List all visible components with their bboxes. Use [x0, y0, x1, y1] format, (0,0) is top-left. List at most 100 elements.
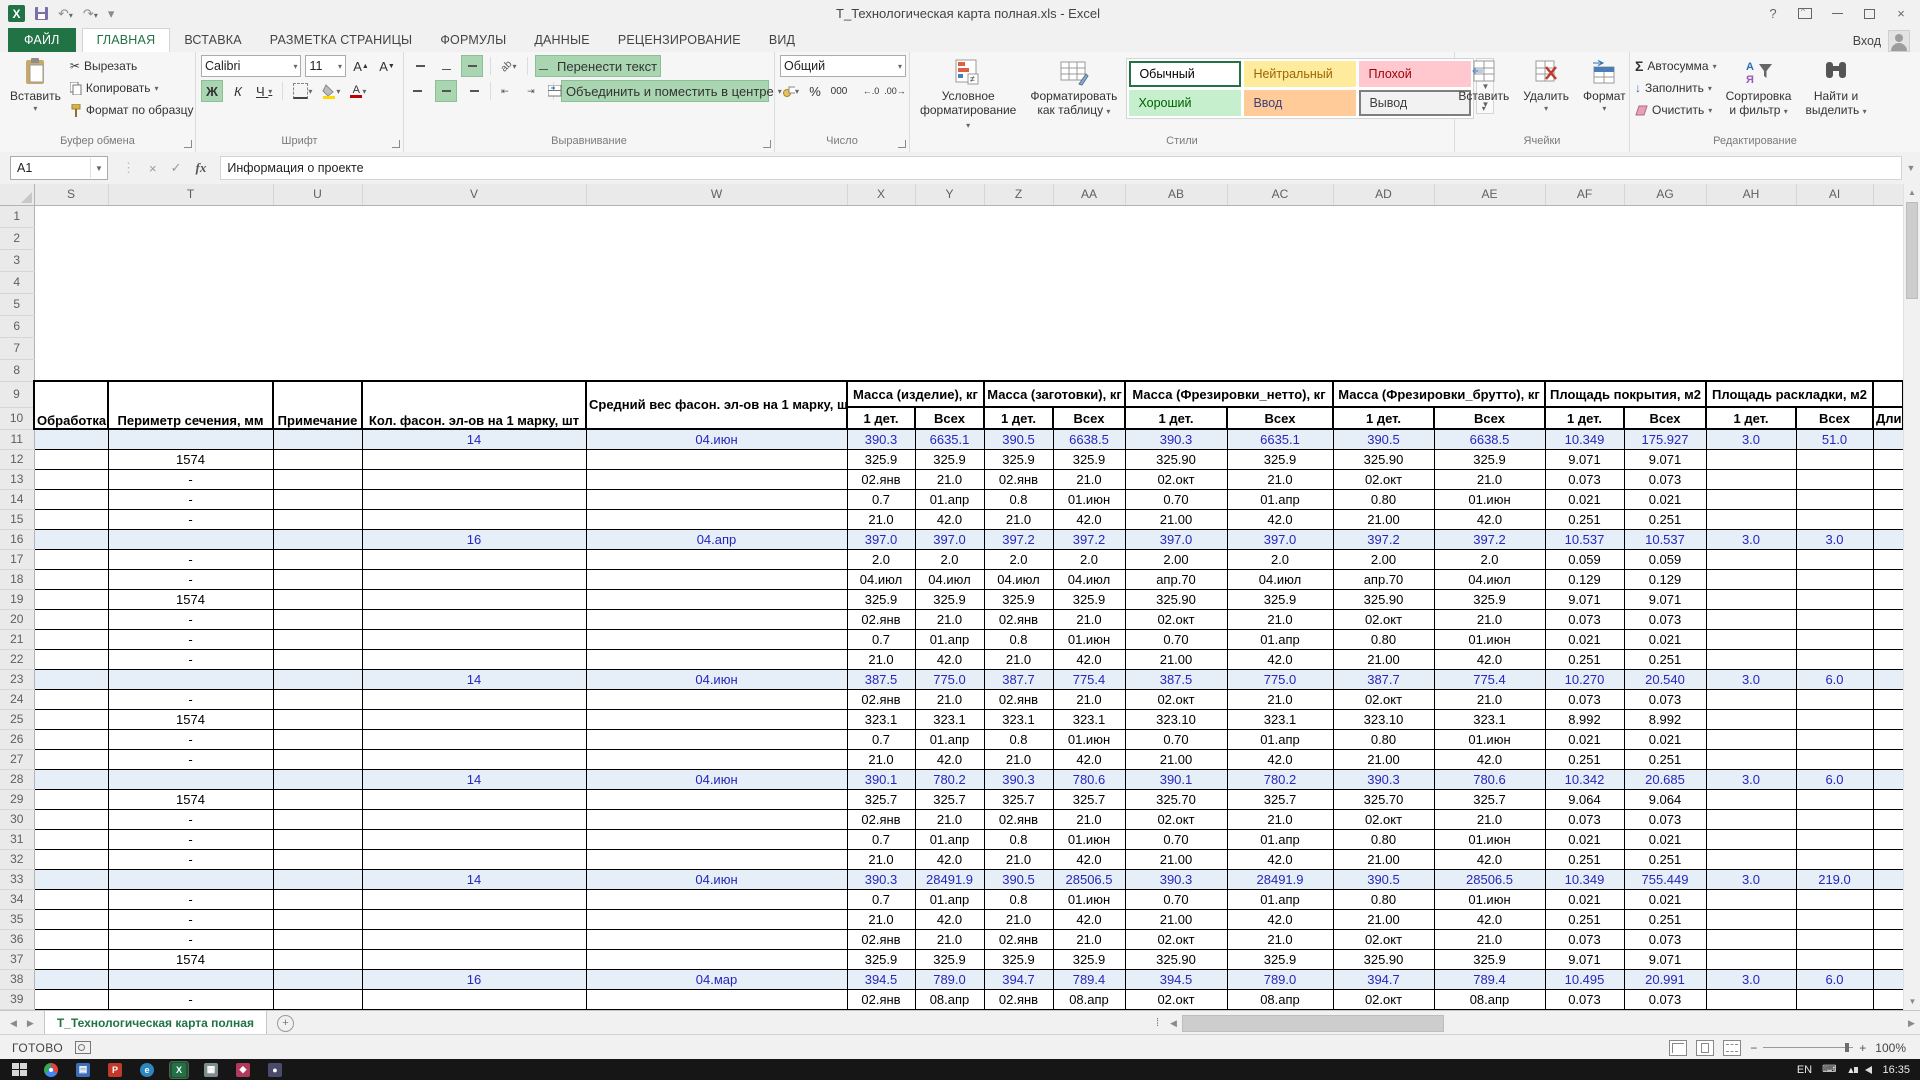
cell[interactable]: 9.064	[1545, 789, 1624, 809]
cell[interactable]: 01.июн	[1053, 629, 1125, 649]
cell[interactable]: 42.0	[1053, 849, 1125, 869]
cell[interactable]: 01.апр	[915, 629, 984, 649]
cell[interactable]: 0.021	[1545, 489, 1624, 509]
cell[interactable]	[273, 949, 362, 969]
row-header-2[interactable]: 2	[0, 227, 34, 249]
align-right-icon[interactable]	[461, 80, 483, 102]
cell[interactable]	[34, 489, 108, 509]
cell[interactable]: 325.90	[1125, 589, 1227, 609]
cell[interactable]: 0.7	[847, 629, 915, 649]
ribbon-tab-вставка[interactable]: ВСТАВКА	[170, 29, 255, 52]
decrease-font-icon[interactable]: А▼	[376, 55, 398, 77]
cell[interactable]	[1706, 709, 1796, 729]
sheet-tab-active[interactable]: Т_Технологическая карта полная	[44, 1011, 267, 1035]
cell[interactable]: 390.3	[1125, 429, 1227, 449]
language-indicator[interactable]: EN	[1797, 1064, 1812, 1076]
cell[interactable]: 397.0	[915, 529, 984, 549]
cell[interactable]: 21.0	[1434, 929, 1545, 949]
ribbon-tab-файл[interactable]: ФАЙЛ	[8, 28, 76, 52]
zoom-level[interactable]: 100%	[1875, 1041, 1906, 1055]
cell[interactable]: 0.021	[1545, 889, 1624, 909]
cell[interactable]: 0.021	[1545, 629, 1624, 649]
cell[interactable]: 390.3	[1125, 869, 1227, 889]
cell[interactable]: 20.991	[1624, 969, 1706, 989]
cell[interactable]: 02.окт	[1125, 989, 1227, 1009]
cell[interactable]: 21.0	[1053, 689, 1125, 709]
cell[interactable]: 394.7	[1333, 969, 1434, 989]
cell[interactable]: 0.7	[847, 829, 915, 849]
cell[interactable]: 3.0	[1706, 529, 1796, 549]
cell[interactable]	[1873, 449, 1903, 469]
font-dialog-launcher-icon[interactable]	[392, 140, 400, 148]
orientation-icon[interactable]: ab▾	[498, 55, 520, 77]
cell[interactable]	[34, 729, 108, 749]
cell[interactable]	[273, 609, 362, 629]
pdf-app-icon[interactable]: P	[106, 1062, 124, 1078]
cell[interactable]	[273, 589, 362, 609]
cell[interactable]	[1706, 829, 1796, 849]
cell[interactable]	[34, 227, 1903, 249]
cell[interactable]: 390.3	[847, 869, 915, 889]
cell[interactable]: 20.540	[1624, 669, 1706, 689]
cell[interactable]: 394.5	[847, 969, 915, 989]
cell[interactable]: 0.129	[1545, 569, 1624, 589]
cell[interactable]: 01.апр	[915, 729, 984, 749]
insert-function-icon[interactable]: fx	[196, 160, 207, 176]
table-subheader[interactable]: Всех	[1434, 407, 1545, 429]
cell[interactable]: 02.янв	[984, 609, 1053, 629]
close-button[interactable]: ×	[1886, 3, 1916, 25]
cell[interactable]	[362, 929, 586, 949]
cell[interactable]: 390.3	[1333, 769, 1434, 789]
row-header-30[interactable]: 30	[0, 809, 34, 829]
cell[interactable]: 02.янв	[847, 609, 915, 629]
ribbon-tab-данные[interactable]: ДАННЫЕ	[520, 29, 603, 52]
cell[interactable]: 325.7	[915, 789, 984, 809]
cell[interactable]: 394.5	[1125, 969, 1227, 989]
cell[interactable]: 02.окт	[1125, 809, 1227, 829]
cell[interactable]	[34, 509, 108, 529]
increase-indent-icon[interactable]: ⇥	[524, 80, 546, 102]
cell[interactable]: 325.90	[1125, 949, 1227, 969]
delete-cells-button[interactable]: Удалить▾	[1518, 55, 1574, 135]
cell[interactable]: 0.073	[1624, 689, 1706, 709]
cell[interactable]	[586, 569, 847, 589]
cell[interactable]	[273, 889, 362, 909]
cell[interactable]	[34, 589, 108, 609]
cell[interactable]: 323.1	[984, 709, 1053, 729]
column-header-AG[interactable]: AG	[1624, 184, 1706, 205]
cell[interactable]	[34, 649, 108, 669]
cell[interactable]: 01.июн	[1053, 729, 1125, 749]
row-header-1[interactable]: 1	[0, 205, 34, 227]
cell[interactable]: 21.0	[1053, 469, 1125, 489]
cell[interactable]: 21.0	[1053, 809, 1125, 829]
cell[interactable]: 8.992	[1545, 709, 1624, 729]
cell[interactable]	[273, 569, 362, 589]
cell[interactable]: -	[108, 909, 273, 929]
start-button[interactable]	[10, 1062, 28, 1078]
cell[interactable]: 10.349	[1545, 869, 1624, 889]
row-header-34[interactable]: 34	[0, 889, 34, 909]
clear-button[interactable]: Очистить▾	[1635, 99, 1717, 121]
table-subheader[interactable]: 1 дет.	[1545, 407, 1624, 429]
cell[interactable]: 21.0	[1227, 929, 1333, 949]
cell[interactable]: 01.апр	[1227, 489, 1333, 509]
cell[interactable]: 21.00	[1125, 649, 1227, 669]
cell[interactable]: 42.0	[1434, 649, 1545, 669]
cell[interactable]: 325.9	[1434, 589, 1545, 609]
cell[interactable]: 21.0	[1227, 469, 1333, 489]
cell[interactable]: -	[108, 689, 273, 709]
table-subheader[interactable]: 1 дет.	[1125, 407, 1227, 429]
cell[interactable]: 42.0	[1227, 849, 1333, 869]
normal-view-icon[interactable]	[1669, 1040, 1687, 1056]
cell-style-ввод[interactable]: Ввод	[1244, 90, 1356, 116]
column-header-AD[interactable]: AD	[1333, 184, 1434, 205]
scroll-up-icon[interactable]: ▲	[1904, 184, 1920, 201]
scroll-left-icon[interactable]: ◀	[1165, 1018, 1182, 1029]
format-painter-button[interactable]: Формат по образцу	[70, 99, 194, 121]
cell[interactable]: 14	[362, 869, 586, 889]
cell[interactable]	[273, 469, 362, 489]
format-cells-button[interactable]: Формат▾	[1578, 55, 1631, 135]
ribbon-tab-вид[interactable]: ВИД	[755, 29, 809, 52]
cell[interactable]: 390.5	[984, 429, 1053, 449]
cell[interactable]: 04.июл	[1434, 569, 1545, 589]
